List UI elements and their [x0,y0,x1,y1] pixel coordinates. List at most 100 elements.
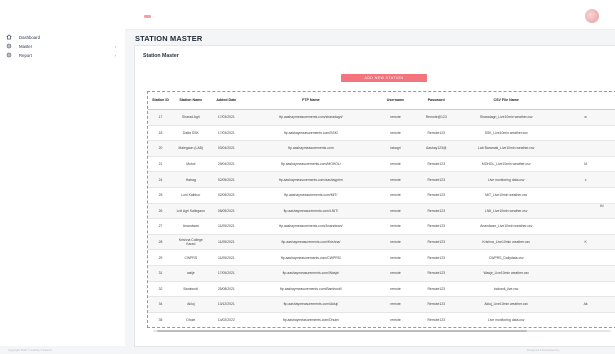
sidebar-item-label: Master [19,43,33,49]
table-cell: remote [377,171,414,188]
table-cell: 25 [148,187,174,204]
table-cell: ftp.aashaymeasurements.com/MIT/ [244,187,378,204]
table-cell: 11/05/2021 [208,218,245,235]
table-cell: remote [377,109,414,126]
table-cell: Remote@123 [413,109,460,126]
sidebar-item-label: Report [19,52,32,58]
table-cell: 18 [148,125,174,142]
table-cell: ftp.aashaymeasurements.com/Akluj/ [244,296,378,313]
table-cell: 13/12/2021 [208,296,245,313]
table-cell: ftp.aashaymeasurements.com/Anandwan/ [244,218,378,235]
table-cell: ftp.aashaymeasurements.com/SSK/ [244,125,378,142]
table-cell: ftp.aashaymeasurements.com/Bamburdi/ [244,281,378,298]
station-table: Station ID Station Name Added Date FTP N… [148,92,615,327]
column-header[interactable]: FTP Name [244,92,378,110]
table-cell: 17 [148,109,174,126]
table-cell: LNIt_Live10min weather.csv [459,203,554,220]
settings-icon [6,43,12,49]
table-cell: 29 [148,249,174,266]
table-row[interactable]: 29 CWPRS 11/05/2021 ftp.aashaymeasurements.… [148,249,615,266]
column-header[interactable]: Station Name [173,92,209,110]
table-cell: Remote123 [413,218,460,235]
table-cell: ftp.aashaymeasurements.com/CWPRS/ [244,249,378,266]
table-cell [553,281,615,298]
table-cell: Remote123 [413,187,460,204]
sidebar-item-report[interactable]: Report › [6,51,118,59]
table-row[interactable]: 32 Bamburdi 25/08/2021 ftp.aashaymeasuremen… [148,281,615,298]
station-table-container[interactable]: Station ID Station Name Added Date FTP N… [147,91,615,328]
floating-tab[interactable]: tN [600,204,604,208]
table-cell: 35 [148,312,174,327]
table-cell: ftp.aashaymeasurements.com/sharadagri/ [244,109,378,126]
avatar[interactable] [585,9,599,23]
table-cell: 29/04/2021 [208,156,245,173]
table-cell: Dhule [173,312,209,327]
table-cell: CWPRS_Dailydata.csv [459,249,554,266]
table-cell: Remote123 [413,125,460,142]
table-cell: Krishna College Karad [173,234,209,251]
column-header[interactable]: CSV File Name [459,92,554,110]
table-row[interactable]: 26 Lnit Agri Kallegaon 08/05/2021 ftp.aasha… [148,203,615,220]
table-row[interactable]: 20 Malegaon (LAB) 03/04/2021 ftp.aashaymeas… [148,140,615,157]
table-cell: ftp.aashaymeasurements.com [244,140,378,157]
table-cell: Aashay123@ [413,140,460,157]
top-bar [125,0,615,30]
table-cell [553,218,615,235]
home-icon [6,34,12,40]
table-row[interactable]: 28 Krishna College Karad 11/05/2021 ftp.aas… [148,234,615,251]
column-header[interactable]: Username [377,92,414,110]
add-new-station-button[interactable]: ADD NEW STATION [341,74,427,82]
table-row[interactable]: 24 Hatrag 02/05/2021 ftp.aashaymeasurements… [148,171,615,188]
table-cell: Akluj [173,296,209,313]
table-cell: baburdi_live.csv [459,281,554,298]
table-cell: 25/08/2021 [208,281,245,298]
table-cell: Remote123 [413,281,460,298]
table-row[interactable]: 21 Mohol 29/04/2021 ftp.aashaymeasurements.… [148,156,615,173]
table-cell: Akluj_Live10min weather.csv [459,296,554,313]
table-cell: 17/03/2021 [208,125,245,142]
table-cell: remote [377,218,414,235]
sidebar-item-master[interactable]: Master › [6,42,118,50]
table-cell: w [553,109,615,126]
table-row[interactable]: 27 Anandwan 11/05/2021 ftp.aashaymeasuremen… [148,218,615,235]
table-cell: c [553,171,615,188]
table-row[interactable]: 31 waije 17/05/2021 ftp.aashaymeasurements.… [148,265,615,282]
table-cell: remote [377,312,414,327]
table-cell [553,312,615,327]
table-cell: Ak [553,296,615,313]
table-cell [553,187,615,204]
table-cell: Sharad Agri [173,109,209,126]
scrollbar-thumb[interactable] [157,330,527,332]
table-cell: ftp.aashaymeasurements.com/Dhule/ [244,312,378,327]
table-cell: Krishna_Live10min weather.csv [459,234,554,251]
column-header[interactable]: Station ID [148,92,174,110]
menu-toggle-icon[interactable] [144,15,151,18]
table-cell: 08/05/2021 [208,203,245,220]
table-cell: Loni Kalbhor [173,187,209,204]
table-row[interactable]: 18 Datta SSK 17/03/2021 ftp.aashaymeasureme… [148,125,615,142]
sidebar-item-dashboard[interactable]: Dashboard [6,33,118,41]
table-cell: Remote123 [413,203,460,220]
table-cell: 32 [148,281,174,298]
footer-copyright: Copyright 2022 © Aashay Infratech [8,348,52,352]
table-cell [553,125,615,142]
column-header[interactable]: Password [413,92,460,110]
table-row[interactable]: 25 Loni Kalbhor 02/05/2021 ftp.aashaymeasur… [148,187,615,204]
column-header[interactable]: Added Date [208,92,245,110]
table-cell: 14/02/2022 [208,312,245,327]
table-cell: Remote123 [413,265,460,282]
table-cell: Bamburdi [173,281,209,298]
table-cell: Hatrag [173,171,209,188]
table-cell: 17/05/2021 [208,265,245,282]
sidebar: Dashboard Master › Report › [0,0,125,346]
footer-credit: Designed & Developed by [527,348,560,352]
table-row[interactable]: 34 Akluj 13/12/2021 ftp.aashaymeasurements.… [148,296,615,313]
table-row[interactable]: 35 Dhule 14/02/2022 ftp.aashaymeasurements.… [148,312,615,327]
table-row[interactable]: 17 Sharad Agri 17/03/2021 ftp.aashaymeasure… [148,109,615,126]
column-header[interactable] [553,92,615,110]
horizontal-scrollbar[interactable] [153,330,611,332]
table-cell: 24 [148,171,174,188]
table-cell: ftp.aashaymeasurements.com/aashayprim [244,171,378,188]
station-master-card: Station Master ADD NEW STATION Station I… [134,45,615,347]
table-cell: M [553,156,615,173]
